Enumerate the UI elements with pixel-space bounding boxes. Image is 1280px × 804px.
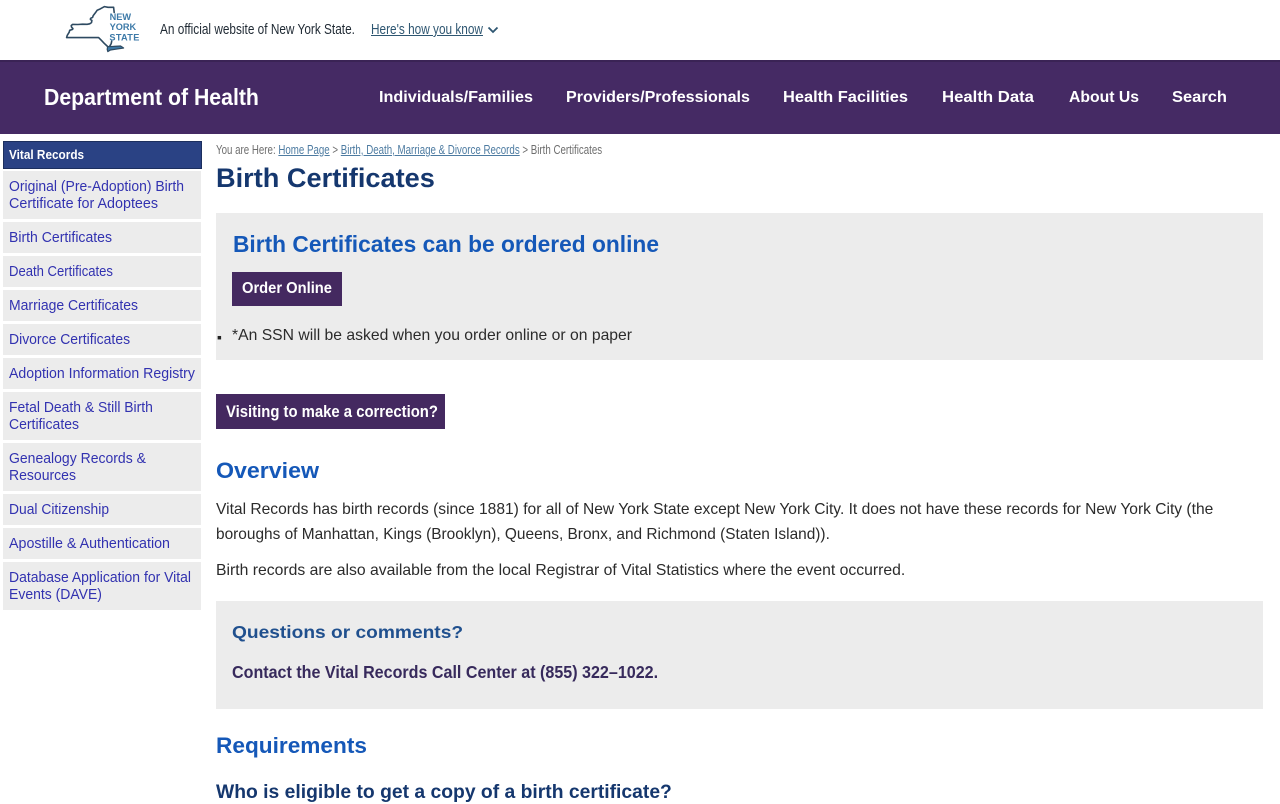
svg-text:STATE: STATE	[109, 32, 139, 42]
svg-text:NEW: NEW	[110, 12, 132, 22]
svg-text:YORK: YORK	[110, 22, 137, 32]
